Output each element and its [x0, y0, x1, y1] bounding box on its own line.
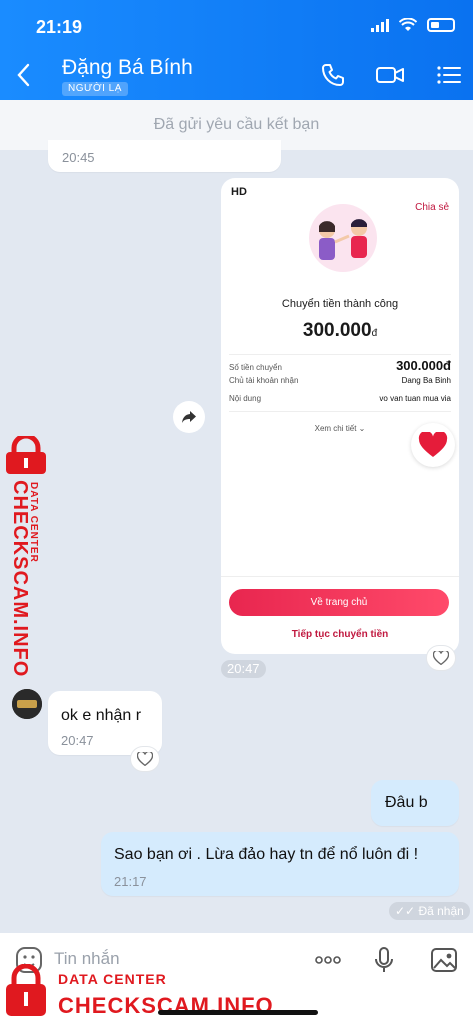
status-icons: [371, 18, 455, 32]
message-input[interactable]: Tin nhắn: [54, 949, 120, 969]
divider: [221, 576, 459, 577]
receipt-row-label: Số tiền chuyển: [229, 363, 282, 372]
react-heart-icon[interactable]: [426, 645, 456, 671]
share-link: Chia sẻ: [415, 202, 449, 213]
continue-transfer-link: Tiếp tục chuyển tiền: [291, 629, 389, 640]
transfer-title: Chuyển tiền thành công: [281, 298, 399, 310]
success-illustration: [309, 204, 377, 272]
back-icon[interactable]: [12, 60, 36, 90]
watermark-site: CHECKSCAM.INFO: [58, 993, 274, 1018]
watermark-lock-icon: [6, 436, 46, 474]
receipt-row-value: vo van tuan mua via: [379, 394, 451, 403]
prev-message-bubble[interactable]: 20:45: [48, 140, 281, 172]
prev-message-time: 20:45: [62, 150, 95, 165]
view-detail-label: Xem chi tiết: [314, 424, 357, 433]
outgoing-message-bubble[interactable]: Sao bạn ơi . Lừa đảo hay tn để nổ luôn đ…: [101, 832, 459, 896]
card-time: 20:47: [221, 660, 266, 678]
avatar[interactable]: [12, 689, 42, 719]
chevron-down-icon: ⌄: [358, 424, 366, 433]
wifi-icon: [399, 18, 417, 31]
receipt-row: Chủ tài khoản nhận Dang Ba Binh: [229, 376, 451, 385]
image-icon[interactable]: [429, 945, 459, 975]
transfer-receipt-image[interactable]: HD Chia sẻ Chuyển tiền thành công 300.00…: [221, 178, 459, 654]
video-call-icon[interactable]: [375, 60, 405, 90]
home-button: Về trang chủ: [229, 589, 449, 616]
amount-value: 300.000: [302, 320, 372, 341]
home-indicator: [158, 1010, 318, 1015]
receipt-row-label: Nội dung: [229, 394, 262, 403]
hd-label: HD: [231, 186, 247, 198]
watermark-label: DATA CENTER: [58, 971, 167, 987]
react-heart-icon[interactable]: [130, 746, 160, 772]
outgoing-message-bubble[interactable]: Đâu b: [371, 780, 459, 826]
message-text: ok e nhận r: [61, 707, 142, 724]
stranger-badge: NGƯỜI LẠ: [62, 82, 128, 96]
message-time: 21:17: [114, 874, 147, 889]
status-time: 21:19: [36, 17, 83, 37]
message-text: Sao bạn ơi . Lừa đảo hay tn để nổ luôn đ…: [114, 846, 419, 863]
battery-icon: [427, 18, 455, 32]
amount-currency: đ: [371, 328, 378, 339]
signal-icon: [371, 18, 389, 32]
watermark-lock-icon: [6, 964, 46, 1016]
watermark-label: DATA CENTER: [28, 482, 39, 563]
contact-name[interactable]: Đặng Bá Bính: [62, 56, 193, 80]
message-time: 20:47: [61, 733, 94, 748]
receipt-row: Nội dung vo van tuan mua via: [229, 394, 451, 403]
receipt-row-label: Chủ tài khoản nhận: [229, 376, 299, 385]
more-icon[interactable]: [313, 945, 343, 975]
divider: [229, 411, 451, 412]
delivered-status: ✓✓ Đã nhận: [389, 902, 470, 920]
receipt-row-value: Dang Ba Binh: [401, 376, 451, 385]
heart-reaction-icon[interactable]: [411, 423, 455, 467]
message-text: Đâu b: [385, 794, 428, 811]
forward-icon[interactable]: [173, 401, 205, 433]
receipt-row: Số tiền chuyển 300.000đ: [229, 358, 451, 373]
receipt-row-value: 300.000đ: [396, 358, 451, 373]
divider: [229, 354, 451, 355]
transfer-amount: 300.000đ: [221, 320, 459, 342]
menu-list-icon[interactable]: [434, 60, 464, 90]
microphone-icon[interactable]: [369, 945, 399, 975]
phone-icon[interactable]: [318, 60, 348, 90]
chat-header: 21:19 Đặng Bá Bính NGƯỜI LẠ: [0, 0, 473, 100]
